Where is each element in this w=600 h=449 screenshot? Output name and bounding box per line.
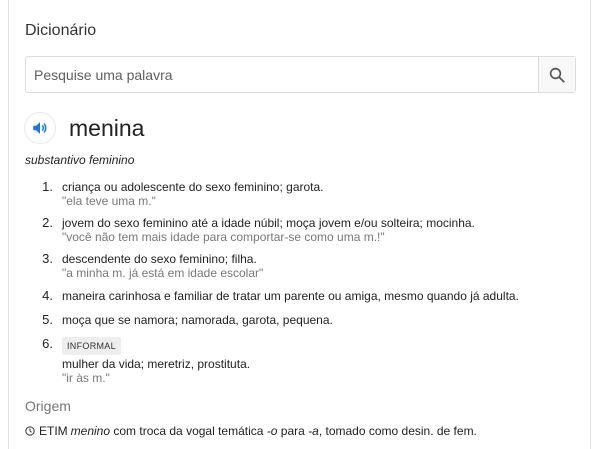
pronunciation-button[interactable] xyxy=(25,113,55,143)
search-box xyxy=(25,56,576,93)
search-button[interactable] xyxy=(538,57,575,92)
origin-heading: Origem xyxy=(25,398,71,414)
sense-example: "ir às m." xyxy=(62,371,110,385)
card-title: Dicionário xyxy=(25,22,97,39)
sense-number: 2. xyxy=(42,215,53,230)
part-of-speech: substantivo feminino xyxy=(25,153,135,167)
origin-vowel-o: -o xyxy=(266,424,278,438)
sense-number: 6. xyxy=(42,336,53,351)
sense-definition: maneira carinhosa e familiar de tratar u… xyxy=(62,289,519,303)
sense-definition: moça que se namora; namorada, garota, pe… xyxy=(62,313,333,327)
origin-mid2: para xyxy=(277,424,309,438)
info-icon xyxy=(25,426,35,436)
origin-mid1: com troca da vogal temática xyxy=(110,424,267,438)
headword: menina xyxy=(69,114,145,141)
sense-example: "você não tem mais idade para comportar-… xyxy=(62,230,385,244)
headword-row: menina xyxy=(25,112,144,144)
sense-definition: criança ou adolescente do sexo feminino;… xyxy=(62,180,324,194)
origin-vowel-a: -a xyxy=(308,424,319,438)
origin-prefix: ETIM xyxy=(39,424,68,438)
search-input[interactable] xyxy=(26,57,538,92)
speaker-icon xyxy=(33,122,47,134)
register-badge: INFORMAL xyxy=(62,337,121,355)
sense-definition: mulher da vida; meretriz, prostituta. xyxy=(62,357,251,371)
dictionary-card: Dicionário menina substantivo feminino 1… xyxy=(8,0,591,449)
sense-number: 4. xyxy=(42,288,53,303)
origin-text: ETIM menino com troca da vogal temática … xyxy=(25,424,477,438)
sense-definition: jovem do sexo feminino até a idade núbil… xyxy=(62,216,475,230)
sense-number: 3. xyxy=(42,251,53,266)
origin-suffix: , tomado como desin. de fem. xyxy=(318,424,477,438)
sense-example: "a minha m. já está em idade escolar" xyxy=(62,266,264,280)
sense-definition: descendente do sexo feminino; filha. xyxy=(62,252,257,266)
search-icon xyxy=(549,67,565,83)
sense-number: 5. xyxy=(42,312,53,327)
sense-example: "ela teve uma m." xyxy=(62,194,156,208)
sense-number: 1. xyxy=(42,179,53,194)
origin-word: menino xyxy=(70,424,111,438)
